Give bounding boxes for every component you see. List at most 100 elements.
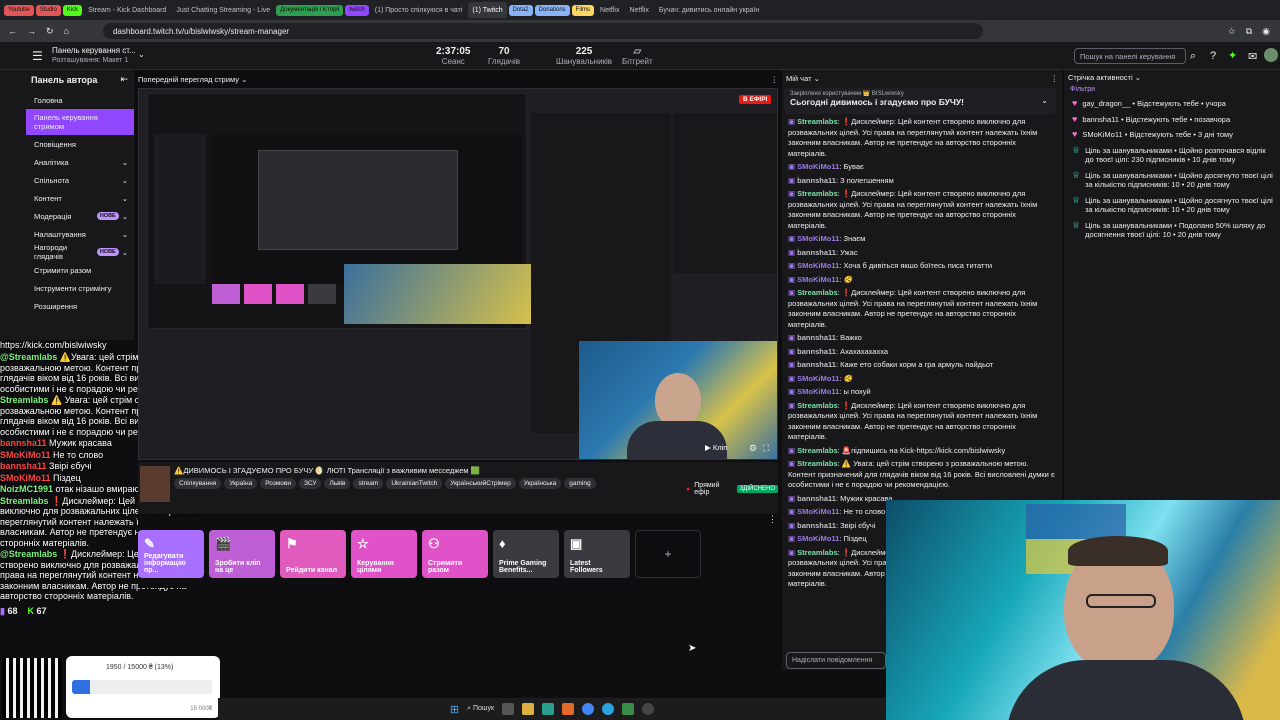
clip-button[interactable]: ▶ Кліп — [705, 443, 727, 452]
activity-item[interactable]: ♥ bannsha11 • Відстежують тебе • позавчор… — [1072, 114, 1274, 125]
chat-username[interactable]: SMoKiMo11 — [797, 261, 839, 270]
url-field[interactable]: dashboard.twitch.tv/u/bislwiwsky/stream-… — [102, 23, 983, 39]
sidebar-item[interactable]: Контент ⌄ — [26, 189, 134, 207]
activity-item[interactable]: ♕ Ціль за шанувальниками • Подолано 50% ш… — [1072, 220, 1274, 240]
sidebar-item[interactable]: Інструменти стримінгу — [26, 279, 134, 297]
star-icon[interactable]: ☆ — [1228, 26, 1236, 37]
edge-icon[interactable] — [542, 703, 555, 715]
taskbar-search[interactable]: ⌕ Пошук — [467, 705, 494, 713]
obs-icon[interactable] — [642, 703, 655, 715]
browser-tab[interactable]: Just Chatting Streaming - Live — [172, 2, 274, 18]
explorer-icon[interactable] — [522, 703, 535, 715]
inbox-icon[interactable]: ✉ — [1248, 50, 1257, 63]
browser-tab[interactable]: twitch — [345, 4, 369, 16]
chat-username[interactable]: bannsha11 — [797, 521, 836, 530]
chat-input[interactable]: Надіслати повідомлення — [786, 652, 886, 669]
back-icon[interactable]: ← — [8, 26, 17, 36]
chat-username[interactable]: Streamlabs — [797, 548, 837, 557]
chat-username[interactable]: Streamlabs — [797, 446, 837, 455]
chat-username[interactable]: SMoKiMo11 — [797, 275, 839, 284]
chat-username[interactable]: Streamlabs — [797, 401, 837, 410]
stream-tag[interactable]: Розмови — [260, 478, 296, 489]
quick-action-button[interactable]: ▣ Latest Followers — [564, 530, 630, 578]
chat-username[interactable]: Streamlabs — [797, 459, 837, 468]
firefox-icon[interactable] — [562, 703, 575, 715]
quick-action-button[interactable]: 🎬 Зробити кліп на це — [209, 530, 275, 578]
browser-tab[interactable]: Netflix — [596, 2, 623, 18]
stream-tag[interactable]: УкраїнськийСтрімер — [445, 478, 516, 489]
activity-item[interactable]: ♕ Ціль за шанувальниками • Щойно розпочав… — [1072, 145, 1274, 165]
profile-icon[interactable]: ◉ — [1262, 26, 1270, 37]
menu-icon[interactable]: ☰ — [32, 49, 43, 63]
sidebar-item[interactable]: Головна — [26, 91, 134, 109]
sidebar-item[interactable]: Розширення — [26, 297, 134, 315]
browser-tab[interactable]: Stream - Kick Dashboard — [84, 2, 170, 18]
sidebar-item[interactable]: Нагороди глядачів НОВЕ ⌄ — [26, 243, 134, 261]
chat-username[interactable]: Streamlabs — [797, 189, 837, 198]
chevron-down-icon[interactable]: ⌄ — [1041, 96, 1048, 105]
sidebar-item[interactable]: Спільнота ⌄ — [26, 171, 134, 189]
panel-title-block[interactable]: Панель керування ст... Розташування: Мак… — [52, 46, 136, 66]
stream-tag[interactable]: Спілкування — [174, 478, 222, 489]
chat-username[interactable]: SMoKiMo11 — [797, 162, 839, 171]
sidebar-item[interactable]: Модерація НОВЕ ⌄ — [26, 207, 134, 225]
activity-item[interactable]: ♥ SMoKiMo11 • Відстежують тебе • 3 дні то… — [1072, 130, 1274, 140]
chat-username[interactable]: SMoKiMo11 — [797, 507, 839, 516]
chat-username[interactable]: bannsha11 — [797, 176, 836, 185]
chevron-down-icon[interactable]: ⌄ — [814, 74, 820, 83]
extensions-icon[interactable]: ⧉ — [1246, 26, 1252, 37]
browser-tab[interactable]: Studio — [35, 4, 61, 16]
chat-username[interactable]: SMoKiMo11 — [797, 387, 839, 396]
app-icon[interactable] — [622, 703, 635, 715]
activity-item[interactable]: ♕ Ціль за шанувальниками • Щойно досягнут… — [1072, 170, 1274, 190]
more-icon[interactable]: ⋮ — [1051, 74, 1059, 83]
quick-action-button[interactable]: ♦ Prime Gaming Benefits... — [493, 530, 559, 578]
quick-action-button[interactable]: ⚑ Рейдити канал — [280, 530, 346, 578]
browser-tab[interactable]: Netflix — [625, 2, 652, 18]
chat-username[interactable]: bannsha11 — [797, 333, 836, 342]
add-quick-action-button[interactable]: + — [635, 530, 701, 578]
chat-username[interactable]: bannsha11 — [797, 494, 836, 503]
browser-tab[interactable]: Dota2 — [508, 4, 533, 16]
chat-username[interactable]: Streamlabs — [797, 117, 837, 126]
forward-icon[interactable]: → — [27, 26, 36, 36]
chrome-icon[interactable] — [582, 703, 595, 715]
fullscreen-icon[interactable]: ⛶ — [763, 443, 769, 454]
search-icon[interactable]: ⌕ — [1190, 50, 1196, 63]
chevron-down-icon[interactable]: ⌄ — [1135, 73, 1141, 82]
more-icon[interactable]: ⋮ — [768, 514, 777, 525]
telegram-icon[interactable] — [602, 703, 615, 715]
chat-username[interactable]: bannsha11 — [797, 360, 836, 369]
chat-username[interactable]: SMoKiMo11 — [797, 534, 839, 543]
quick-action-button[interactable]: ✎ Редагувати інформацію пр... — [138, 530, 204, 578]
sidebar-item[interactable]: Налаштування ⌄ — [26, 225, 134, 243]
sidebar-item[interactable]: Сповіщення — [26, 135, 134, 153]
browser-tab[interactable]: Документація і історії — [276, 4, 344, 16]
quick-action-button[interactable]: ☆ Керування цілями — [351, 530, 417, 578]
chat-username[interactable]: Streamlabs — [797, 288, 837, 297]
more-icon[interactable]: ⋮ — [771, 75, 779, 84]
magic-icon[interactable]: ✦ — [1228, 49, 1237, 62]
windows-start-icon[interactable]: ⊞ — [450, 703, 459, 716]
stream-title[interactable]: ⚠️ДИВИМОСЬ І ЗГАДУЄМО ПРО БУЧУ 🌖 ЛЮТІ Тр… — [174, 466, 480, 475]
browser-tab[interactable]: Donations — [534, 4, 570, 16]
reload-icon[interactable]: ↻ — [46, 26, 54, 37]
chat-username[interactable]: SMoKiMo11 — [797, 374, 839, 383]
sidebar-item[interactable]: Панель керування стримом — [26, 109, 134, 135]
stream-tag[interactable]: UkrainianTwitch — [386, 478, 443, 489]
chevron-down-icon[interactable]: ⌄ — [241, 75, 247, 84]
chat-username[interactable]: bannsha11 — [797, 347, 836, 356]
task-view-icon[interactable] — [502, 703, 515, 715]
settings-icon[interactable]: ⚙ — [749, 443, 757, 454]
sidebar-item[interactable]: Аналітика ⌄ — [26, 153, 134, 171]
browser-tab[interactable]: (1) Twitch — [468, 2, 507, 18]
browser-tab[interactable]: Бучач: дивитись онлайн україн — [655, 2, 763, 18]
quick-action-button[interactable]: ⚇ Стримити разом — [422, 530, 488, 578]
browser-tab[interactable]: Films — [571, 4, 595, 16]
stream-tag[interactable]: Українська — [518, 478, 562, 489]
stream-tag[interactable]: stream — [353, 478, 384, 489]
browser-tab[interactable]: (1) Просто спілкуюся в чаті — [371, 2, 467, 18]
stream-tag[interactable]: ЗСУ — [298, 478, 322, 489]
stream-tag[interactable]: Україна — [224, 478, 258, 489]
browser-tab[interactable]: Kick — [62, 4, 83, 16]
